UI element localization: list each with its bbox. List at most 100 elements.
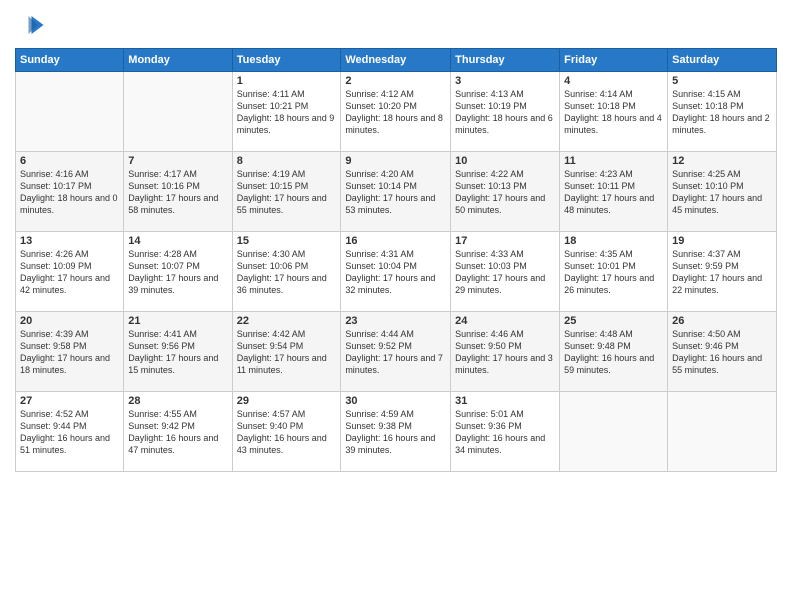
calendar-cell: 17Sunrise: 4:33 AM Sunset: 10:03 PM Dayl… [451, 232, 560, 312]
calendar-cell: 4Sunrise: 4:14 AM Sunset: 10:18 PM Dayli… [560, 72, 668, 152]
calendar-week-row: 27Sunrise: 4:52 AM Sunset: 9:44 PM Dayli… [16, 392, 777, 472]
day-number: 4 [564, 75, 663, 87]
day-number: 31 [455, 395, 555, 407]
day-number: 27 [20, 395, 119, 407]
day-info: Sunrise: 4:55 AM Sunset: 9:42 PM Dayligh… [128, 408, 227, 457]
calendar-header-row: SundayMondayTuesdayWednesdayThursdayFrid… [16, 49, 777, 72]
day-number: 10 [455, 155, 555, 167]
day-number: 18 [564, 235, 663, 247]
day-number: 2 [345, 75, 446, 87]
day-info: Sunrise: 4:48 AM Sunset: 9:48 PM Dayligh… [564, 328, 663, 377]
calendar-cell [668, 392, 777, 472]
calendar-cell [124, 72, 232, 152]
calendar-cell: 12Sunrise: 4:25 AM Sunset: 10:10 PM Dayl… [668, 152, 777, 232]
day-info: Sunrise: 4:57 AM Sunset: 9:40 PM Dayligh… [237, 408, 337, 457]
calendar-cell: 14Sunrise: 4:28 AM Sunset: 10:07 PM Dayl… [124, 232, 232, 312]
day-number: 7 [128, 155, 227, 167]
day-info: Sunrise: 4:14 AM Sunset: 10:18 PM Daylig… [564, 88, 663, 137]
day-number: 28 [128, 395, 227, 407]
calendar-cell: 19Sunrise: 4:37 AM Sunset: 9:59 PM Dayli… [668, 232, 777, 312]
day-number: 25 [564, 315, 663, 327]
day-number: 22 [237, 315, 337, 327]
day-number: 15 [237, 235, 337, 247]
day-info: Sunrise: 4:26 AM Sunset: 10:09 PM Daylig… [20, 248, 119, 297]
calendar-cell: 29Sunrise: 4:57 AM Sunset: 9:40 PM Dayli… [232, 392, 341, 472]
calendar-cell: 15Sunrise: 4:30 AM Sunset: 10:06 PM Dayl… [232, 232, 341, 312]
calendar-cell: 25Sunrise: 4:48 AM Sunset: 9:48 PM Dayli… [560, 312, 668, 392]
calendar-cell: 5Sunrise: 4:15 AM Sunset: 10:18 PM Dayli… [668, 72, 777, 152]
calendar-cell: 27Sunrise: 4:52 AM Sunset: 9:44 PM Dayli… [16, 392, 124, 472]
calendar-cell: 6Sunrise: 4:16 AM Sunset: 10:17 PM Dayli… [16, 152, 124, 232]
calendar-cell: 2Sunrise: 4:12 AM Sunset: 10:20 PM Dayli… [341, 72, 451, 152]
day-number: 29 [237, 395, 337, 407]
logo-icon [15, 10, 45, 40]
logo [15, 10, 49, 40]
day-info: Sunrise: 4:15 AM Sunset: 10:18 PM Daylig… [672, 88, 772, 137]
calendar-cell: 31Sunrise: 5:01 AM Sunset: 9:36 PM Dayli… [451, 392, 560, 472]
calendar-cell: 11Sunrise: 4:23 AM Sunset: 10:11 PM Dayl… [560, 152, 668, 232]
calendar-cell: 21Sunrise: 4:41 AM Sunset: 9:56 PM Dayli… [124, 312, 232, 392]
calendar-cell: 24Sunrise: 4:46 AM Sunset: 9:50 PM Dayli… [451, 312, 560, 392]
calendar-cell: 8Sunrise: 4:19 AM Sunset: 10:15 PM Dayli… [232, 152, 341, 232]
calendar-cell: 9Sunrise: 4:20 AM Sunset: 10:14 PM Dayli… [341, 152, 451, 232]
calendar-cell: 7Sunrise: 4:17 AM Sunset: 10:16 PM Dayli… [124, 152, 232, 232]
weekday-header: Sunday [16, 49, 124, 72]
day-info: Sunrise: 4:11 AM Sunset: 10:21 PM Daylig… [237, 88, 337, 137]
calendar-cell [16, 72, 124, 152]
day-number: 26 [672, 315, 772, 327]
day-number: 5 [672, 75, 772, 87]
calendar-cell [560, 392, 668, 472]
day-number: 3 [455, 75, 555, 87]
day-number: 12 [672, 155, 772, 167]
day-info: Sunrise: 4:20 AM Sunset: 10:14 PM Daylig… [345, 168, 446, 217]
day-number: 20 [20, 315, 119, 327]
weekday-header: Tuesday [232, 49, 341, 72]
weekday-header: Saturday [668, 49, 777, 72]
day-info: Sunrise: 4:19 AM Sunset: 10:15 PM Daylig… [237, 168, 337, 217]
day-number: 11 [564, 155, 663, 167]
day-number: 30 [345, 395, 446, 407]
day-info: Sunrise: 4:39 AM Sunset: 9:58 PM Dayligh… [20, 328, 119, 377]
day-info: Sunrise: 4:59 AM Sunset: 9:38 PM Dayligh… [345, 408, 446, 457]
calendar-cell: 18Sunrise: 4:35 AM Sunset: 10:01 PM Dayl… [560, 232, 668, 312]
day-info: Sunrise: 4:16 AM Sunset: 10:17 PM Daylig… [20, 168, 119, 217]
day-info: Sunrise: 4:44 AM Sunset: 9:52 PM Dayligh… [345, 328, 446, 377]
calendar-cell: 13Sunrise: 4:26 AM Sunset: 10:09 PM Dayl… [16, 232, 124, 312]
day-number: 23 [345, 315, 446, 327]
calendar-cell: 22Sunrise: 4:42 AM Sunset: 9:54 PM Dayli… [232, 312, 341, 392]
weekday-header: Wednesday [341, 49, 451, 72]
calendar-table: SundayMondayTuesdayWednesdayThursdayFrid… [15, 48, 777, 472]
day-info: Sunrise: 4:17 AM Sunset: 10:16 PM Daylig… [128, 168, 227, 217]
day-info: Sunrise: 4:33 AM Sunset: 10:03 PM Daylig… [455, 248, 555, 297]
day-number: 13 [20, 235, 119, 247]
calendar-cell: 3Sunrise: 4:13 AM Sunset: 10:19 PM Dayli… [451, 72, 560, 152]
calendar-cell: 26Sunrise: 4:50 AM Sunset: 9:46 PM Dayli… [668, 312, 777, 392]
calendar-cell: 16Sunrise: 4:31 AM Sunset: 10:04 PM Dayl… [341, 232, 451, 312]
calendar-cell: 10Sunrise: 4:22 AM Sunset: 10:13 PM Dayl… [451, 152, 560, 232]
calendar-cell: 23Sunrise: 4:44 AM Sunset: 9:52 PM Dayli… [341, 312, 451, 392]
calendar-cell: 28Sunrise: 4:55 AM Sunset: 9:42 PM Dayli… [124, 392, 232, 472]
day-info: Sunrise: 4:23 AM Sunset: 10:11 PM Daylig… [564, 168, 663, 217]
day-info: Sunrise: 4:12 AM Sunset: 10:20 PM Daylig… [345, 88, 446, 137]
day-number: 21 [128, 315, 227, 327]
day-number: 17 [455, 235, 555, 247]
day-number: 16 [345, 235, 446, 247]
calendar-cell: 1Sunrise: 4:11 AM Sunset: 10:21 PM Dayli… [232, 72, 341, 152]
day-info: Sunrise: 4:50 AM Sunset: 9:46 PM Dayligh… [672, 328, 772, 377]
day-info: Sunrise: 4:22 AM Sunset: 10:13 PM Daylig… [455, 168, 555, 217]
day-info: Sunrise: 4:46 AM Sunset: 9:50 PM Dayligh… [455, 328, 555, 377]
day-number: 8 [237, 155, 337, 167]
calendar-week-row: 13Sunrise: 4:26 AM Sunset: 10:09 PM Dayl… [16, 232, 777, 312]
day-number: 1 [237, 75, 337, 87]
weekday-header: Thursday [451, 49, 560, 72]
day-number: 6 [20, 155, 119, 167]
header [15, 10, 777, 40]
day-info: Sunrise: 4:30 AM Sunset: 10:06 PM Daylig… [237, 248, 337, 297]
day-number: 19 [672, 235, 772, 247]
day-info: Sunrise: 4:13 AM Sunset: 10:19 PM Daylig… [455, 88, 555, 137]
calendar-cell: 20Sunrise: 4:39 AM Sunset: 9:58 PM Dayli… [16, 312, 124, 392]
day-info: Sunrise: 4:28 AM Sunset: 10:07 PM Daylig… [128, 248, 227, 297]
day-number: 9 [345, 155, 446, 167]
day-info: Sunrise: 4:42 AM Sunset: 9:54 PM Dayligh… [237, 328, 337, 377]
day-info: Sunrise: 4:31 AM Sunset: 10:04 PM Daylig… [345, 248, 446, 297]
